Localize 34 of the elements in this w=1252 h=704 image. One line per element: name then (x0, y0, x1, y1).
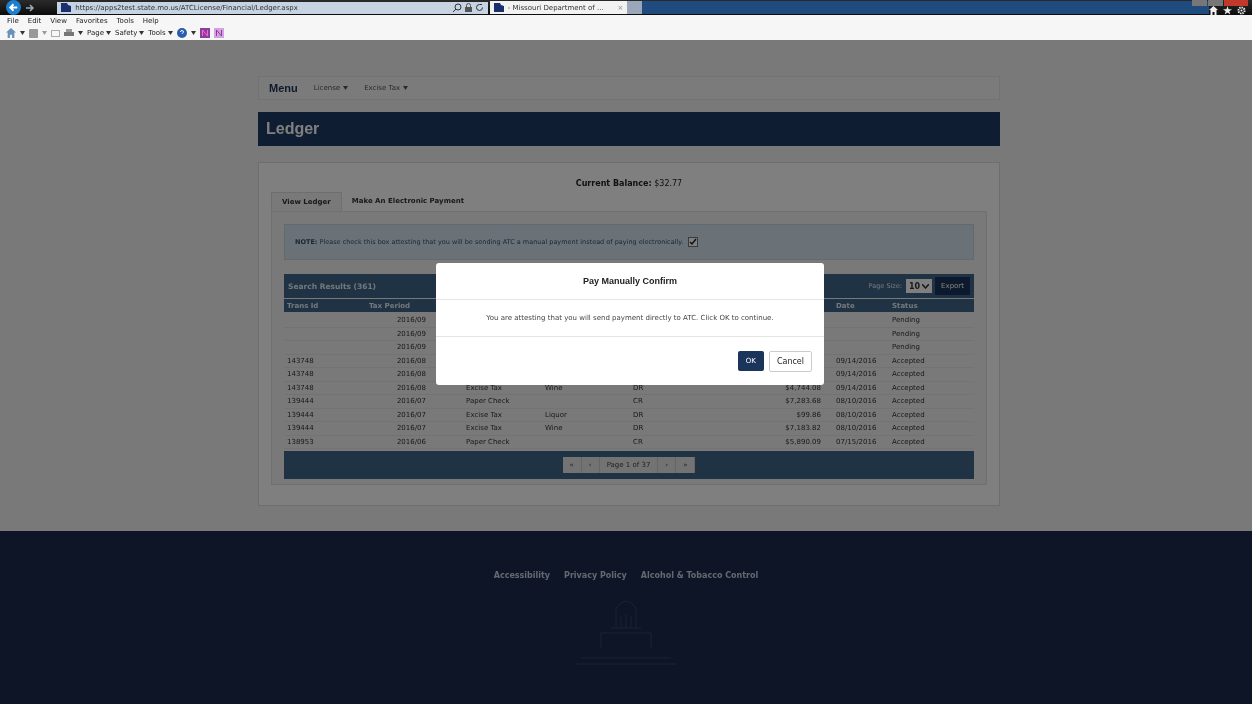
lock-icon (464, 3, 472, 12)
chevron-down-icon (922, 283, 930, 289)
balance-text: Current Balance: $32.77 (574, 179, 684, 188)
new-tab-button[interactable] (627, 1, 643, 14)
footer-link[interactable]: Accessibility (493, 571, 551, 580)
caret-icon (139, 31, 145, 35)
dialog-title: Pay Manually Confirm (583, 276, 677, 286)
onenote-icon[interactable] (199, 28, 210, 38)
search-icon[interactable] (452, 3, 462, 12)
caret-icon (167, 31, 173, 35)
cancel-button[interactable]: Cancel (768, 350, 812, 372)
page-size-select[interactable]: 10 (905, 279, 933, 293)
page-title: Ledger (266, 120, 320, 138)
onenote-icon[interactable] (213, 28, 224, 38)
settings-icon[interactable] (1237, 6, 1246, 15)
caret-icon[interactable] (190, 31, 196, 35)
star-icon[interactable] (1223, 6, 1232, 15)
footer-link[interactable]: Privacy Policy (564, 571, 627, 580)
caret-icon (105, 31, 111, 35)
back-icon[interactable] (6, 0, 21, 15)
refresh-icon[interactable] (474, 3, 484, 12)
caret-icon[interactable] (78, 31, 83, 35)
printer-icon[interactable] (64, 28, 74, 38)
menu-link[interactable]: Menu (269, 82, 298, 94)
caret-icon[interactable] (20, 31, 25, 35)
footer-link[interactable]: Alcohol & Tobacco Control (640, 571, 759, 580)
caret-icon (343, 86, 349, 90)
caret-icon (403, 86, 409, 90)
home-icon[interactable] (1209, 6, 1218, 15)
help-icon[interactable] (176, 28, 187, 38)
checkbox[interactable] (688, 237, 699, 247)
site-icon (493, 3, 504, 12)
forward-icon[interactable] (25, 2, 35, 13)
site-icon (61, 3, 72, 12)
